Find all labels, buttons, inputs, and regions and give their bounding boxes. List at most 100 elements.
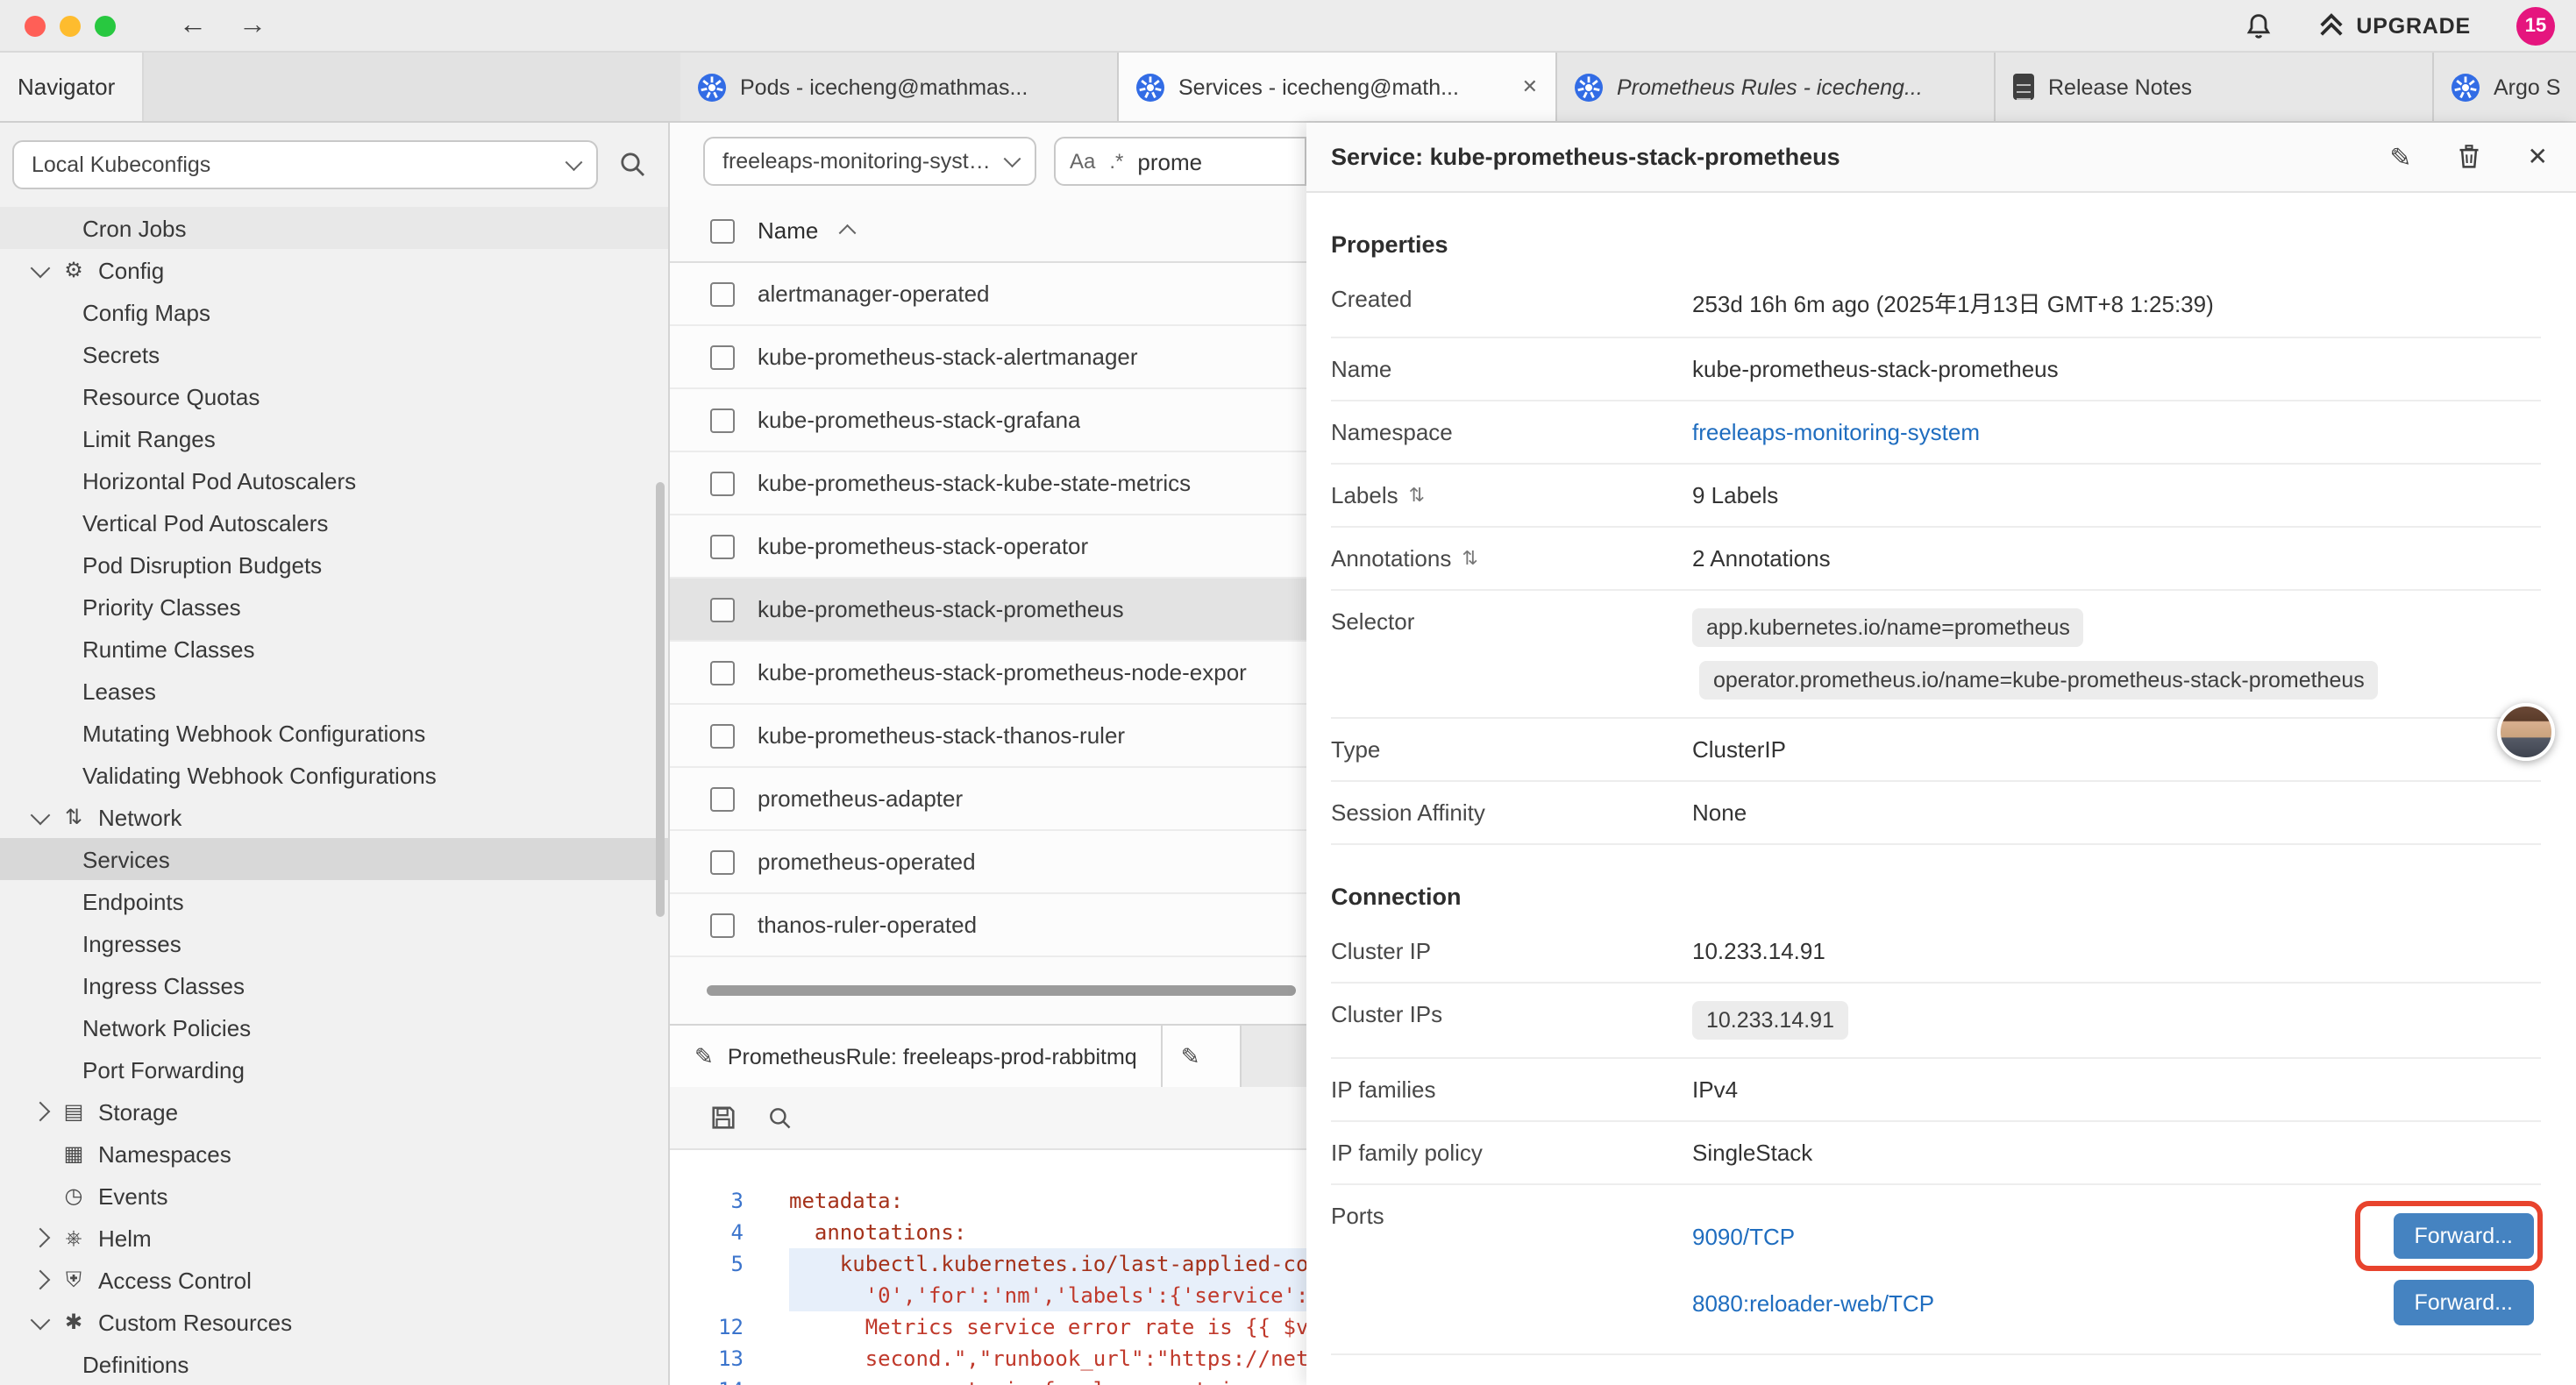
dock-tab-partial[interactable]: ✎ xyxy=(1163,1026,1242,1087)
sidebar-item-validating-webhook-configurations[interactable]: Validating Webhook Configurations xyxy=(0,754,668,796)
row-checkbox[interactable] xyxy=(710,597,735,621)
table-row[interactable]: kube-prometheus-stack-grafana xyxy=(670,389,1306,452)
helm-icon: ⎈ xyxy=(60,1225,88,1251)
row-checkbox[interactable] xyxy=(710,408,735,432)
tab-release-notes[interactable]: Release Notes xyxy=(1996,53,2434,121)
port-link[interactable]: 8080:reloader-web/TCP xyxy=(1692,1289,1934,1316)
table-row[interactable]: kube-prometheus-stack-prometheus xyxy=(670,579,1306,642)
table-row[interactable]: kube-prometheus-stack-operator xyxy=(670,515,1306,579)
sidebar-item-network[interactable]: ⇅Network xyxy=(0,796,668,838)
table-row[interactable]: kube-prometheus-stack-thanos-ruler xyxy=(670,705,1306,768)
select-all-checkbox[interactable] xyxy=(710,218,735,243)
avatar[interactable] xyxy=(2497,703,2555,761)
forward-button[interactable]: Forward... xyxy=(2393,1280,2534,1325)
notification-count-badge[interactable]: 15 xyxy=(2516,6,2555,45)
table-row[interactable]: prometheus-adapter xyxy=(670,768,1306,831)
sidebar-item-mutating-webhook-configurations[interactable]: Mutating Webhook Configurations xyxy=(0,712,668,754)
sidebar-item-definitions[interactable]: Definitions xyxy=(0,1343,668,1385)
row-checkbox[interactable] xyxy=(710,281,735,306)
sidebar-item-events[interactable]: ◷Events xyxy=(0,1175,668,1217)
sidebar-item-cron-jobs[interactable]: Cron Jobs xyxy=(0,207,668,249)
sidebar-item-config-maps[interactable]: Config Maps xyxy=(0,291,668,333)
sidebar-item-services[interactable]: Services xyxy=(0,838,668,880)
sidebar-item-network-policies[interactable]: Network Policies xyxy=(0,1006,668,1048)
table-row[interactable]: kube-prometheus-stack-prometheus-node-ex… xyxy=(670,642,1306,705)
chevron-down-icon[interactable] xyxy=(28,266,53,274)
edit-button[interactable]: ✎ xyxy=(2389,141,2411,173)
sidebar-item-helm[interactable]: ⎈ Helm xyxy=(0,1217,668,1259)
sort-toggle-icon[interactable]: ⇅ xyxy=(1409,484,1425,507)
sidebar-item-secrets[interactable]: Secrets xyxy=(0,333,668,375)
sidebar-item-ingresses[interactable]: Ingresses xyxy=(0,922,668,964)
chevron-right-icon[interactable] xyxy=(28,1231,53,1245)
sidebar-item-namespaces[interactable]: ▦Namespaces xyxy=(0,1133,668,1175)
sidebar-item-config[interactable]: ⚙Config xyxy=(0,249,668,291)
sidebar-item-pod-disruption-budgets[interactable]: Pod Disruption Budgets xyxy=(0,543,668,586)
sidebar-item-leases[interactable]: Leases xyxy=(0,670,668,712)
port-link[interactable]: 9090/TCP xyxy=(1692,1223,1795,1249)
back-button[interactable]: ← xyxy=(179,11,207,39)
sidebar-item-priority-classes[interactable]: Priority Classes xyxy=(0,586,668,628)
sidebar-scrollbar[interactable] xyxy=(656,482,665,917)
tab-argo-s[interactable]: Argo S xyxy=(2434,53,2576,121)
table-row[interactable]: thanos-ruler-operated xyxy=(670,894,1306,957)
row-checkbox[interactable] xyxy=(710,344,735,369)
close-drawer-button[interactable]: ✕ xyxy=(2528,142,2548,172)
sidebar-item-label: Ingresses xyxy=(82,930,181,956)
code-line: 12 Metrics service error rate is {{ $va xyxy=(670,1311,1306,1343)
sidebar-item-access-control[interactable]: ⛨Access Control xyxy=(0,1259,668,1301)
kubeconfig-select[interactable]: Local Kubeconfigs xyxy=(12,140,598,189)
sidebar-item-label: Helm xyxy=(98,1225,152,1251)
sidebar-item-limit-ranges[interactable]: Limit Ranges xyxy=(0,417,668,459)
regex-toggle[interactable]: .* xyxy=(1109,149,1123,174)
namespace-link[interactable]: freeleaps-monitoring-system xyxy=(1692,419,1980,445)
row-checkbox[interactable] xyxy=(710,660,735,685)
sidebar-item-label: Endpoints xyxy=(82,888,184,914)
row-checkbox[interactable] xyxy=(710,849,735,874)
namespace-select[interactable]: freeleaps-monitoring-system xyxy=(703,137,1036,186)
delete-button[interactable] xyxy=(2458,144,2482,170)
tab-services-icecheng-math[interactable]: Services - icecheng@math...✕ xyxy=(1119,53,1557,121)
search-input[interactable] xyxy=(1137,148,1242,174)
forward-nav-button[interactable]: → xyxy=(238,11,267,39)
sidebar-item-horizontal-pod-autoscalers[interactable]: Horizontal Pod Autoscalers xyxy=(0,459,668,501)
table-row[interactable]: alertmanager-operated xyxy=(670,263,1306,326)
sidebar-item-resource-quotas[interactable]: Resource Quotas xyxy=(0,375,668,417)
tab-prometheus-rules-icecheng[interactable]: Prometheus Rules - icecheng... xyxy=(1557,53,1996,121)
sidebar-item-storage[interactable]: ▤Storage xyxy=(0,1090,668,1133)
row-checkbox[interactable] xyxy=(710,786,735,811)
sort-toggle-icon[interactable]: ⇅ xyxy=(1462,547,1477,570)
close-tab-icon[interactable]: ✕ xyxy=(1522,75,1538,98)
sidebar-item-endpoints[interactable]: Endpoints xyxy=(0,880,668,922)
maximize-window-button[interactable] xyxy=(95,15,116,36)
sidebar-item-vertical-pod-autoscalers[interactable]: Vertical Pod Autoscalers xyxy=(0,501,668,543)
chevron-down-icon[interactable] xyxy=(28,813,53,821)
dock-tab-prometheusrule[interactable]: ✎ PrometheusRule: freeleaps-prod-rabbitm… xyxy=(670,1026,1163,1087)
match-case-toggle[interactable]: Aa xyxy=(1070,149,1095,174)
row-checkbox[interactable] xyxy=(710,471,735,495)
close-window-button[interactable] xyxy=(25,15,46,36)
row-checkbox[interactable] xyxy=(710,913,735,937)
chevron-right-icon[interactable] xyxy=(28,1104,53,1119)
sidebar-search-icon[interactable] xyxy=(619,151,647,179)
chevron-right-icon[interactable] xyxy=(28,1273,53,1287)
minimize-window-button[interactable] xyxy=(60,15,81,36)
notifications-bell-icon[interactable] xyxy=(2244,11,2272,39)
table-row[interactable]: kube-prometheus-stack-kube-state-metrics xyxy=(670,452,1306,515)
horizontal-scrollbar[interactable] xyxy=(707,985,1296,996)
row-checkbox[interactable] xyxy=(710,534,735,558)
chevron-down-icon[interactable] xyxy=(28,1318,53,1326)
sidebar-item-runtime-classes[interactable]: Runtime Classes xyxy=(0,628,668,670)
editor-search-icon[interactable] xyxy=(768,1105,793,1130)
table-row[interactable]: prometheus-operated xyxy=(670,831,1306,894)
column-header-name[interactable]: Name xyxy=(758,217,818,244)
table-row[interactable]: kube-prometheus-stack-alertmanager xyxy=(670,326,1306,389)
forward-button[interactable]: Forward... xyxy=(2393,1213,2534,1259)
save-icon[interactable] xyxy=(710,1104,737,1131)
sidebar-item-custom-resources[interactable]: ✱Custom Resources xyxy=(0,1301,668,1343)
sidebar-item-port-forwarding[interactable]: Port Forwarding xyxy=(0,1048,668,1090)
row-checkbox[interactable] xyxy=(710,723,735,748)
tab-pods-icecheng-mathmas[interactable]: Pods - icecheng@mathmas... xyxy=(680,53,1119,121)
sidebar-item-ingress-classes[interactable]: Ingress Classes xyxy=(0,964,668,1006)
upgrade-button[interactable]: UPGRADE xyxy=(2317,12,2471,39)
